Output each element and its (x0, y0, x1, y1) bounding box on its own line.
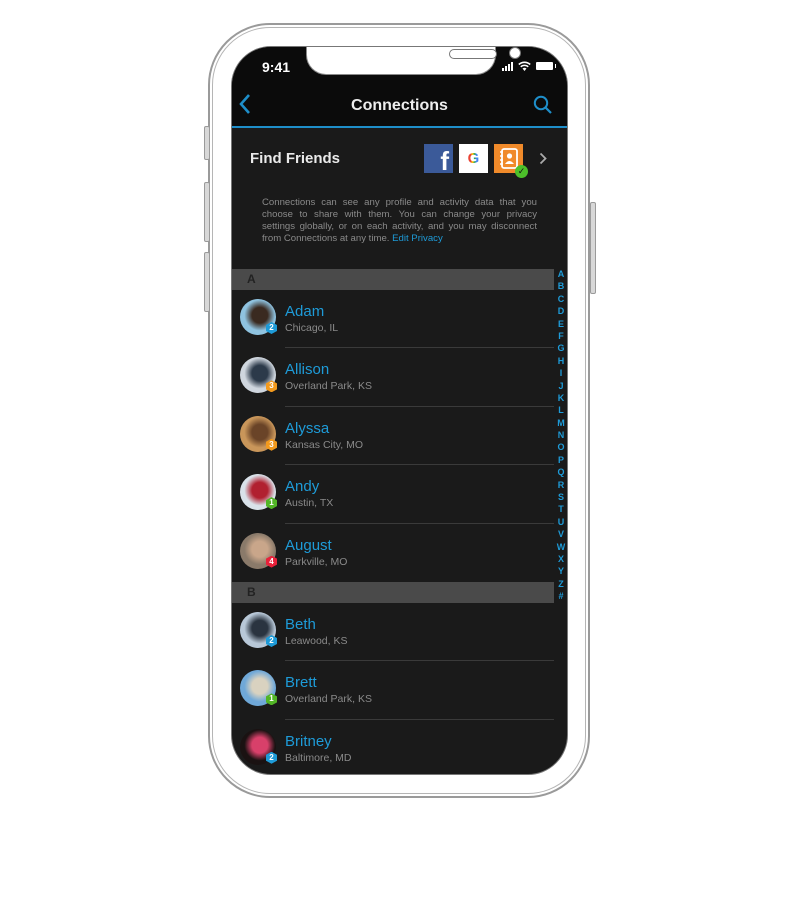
contact-row[interactable]: 1 Brett Overland Park, KS (232, 661, 554, 720)
contact-row[interactable]: 1 Andy Austin, TX (232, 465, 554, 524)
index-letter[interactable]: D (558, 305, 565, 317)
page-title: Connections (351, 97, 448, 114)
contact-name: Adam (285, 303, 325, 320)
wifi-icon (518, 61, 531, 71)
index-letter[interactable]: B (558, 280, 565, 292)
contact-location: Parkville, MO (285, 555, 348, 568)
contact-row[interactable]: 2 Adam Chicago, IL (232, 290, 554, 349)
contact-name: Britney (285, 732, 332, 750)
index-letter[interactable]: U (558, 516, 565, 528)
phone-screen: 9:41 Connections Find Friends f G ✓ Conn… (231, 46, 568, 775)
index-letter[interactable]: Q (557, 466, 564, 478)
contact-row[interactable]: 3 Alyssa Kansas City, MO (232, 407, 554, 466)
connected-check-icon: ✓ (515, 165, 528, 178)
index-letter[interactable]: Y (558, 565, 564, 577)
contact-name: Andy (285, 478, 320, 496)
index-letter[interactable]: G (557, 342, 564, 354)
volume-up-button (204, 182, 210, 242)
contacts-icon[interactable]: ✓ (494, 144, 528, 178)
index-letter[interactable]: A (558, 268, 565, 280)
google-glyph: G (467, 150, 480, 167)
privacy-notice: Connections can see any profile and acti… (262, 197, 537, 245)
contact-location: Baltimore, MD (285, 751, 352, 764)
index-letter[interactable]: M (557, 417, 565, 429)
contact-location: Overland Park, KS (285, 380, 372, 393)
index-letter[interactable]: C (558, 293, 565, 305)
index-letter[interactable]: T (558, 503, 564, 515)
section-header: A (232, 269, 554, 290)
front-camera (509, 47, 521, 59)
index-letter[interactable]: R (558, 479, 565, 491)
contact-row[interactable]: 2 Britney Baltimore, MD (232, 720, 554, 774)
contact-location: Leawood, KS (285, 634, 348, 647)
index-letter[interactable]: W (557, 541, 566, 553)
volume-down-button (204, 252, 210, 312)
index-letter[interactable]: Z (558, 578, 564, 590)
contact-name: August (285, 536, 332, 554)
notch (306, 47, 521, 75)
index-letter[interactable]: J (558, 380, 563, 392)
facebook-icon[interactable]: f (424, 144, 453, 173)
index-letter[interactable]: E (558, 318, 564, 330)
contact-name: Brett (285, 674, 317, 692)
contact-name: Alyssa (285, 419, 330, 437)
google-icon[interactable]: G (459, 144, 488, 173)
status-time: 9:41 (262, 59, 291, 75)
contact-name: Beth (285, 615, 316, 633)
index-letter[interactable]: S (558, 491, 564, 503)
battery-icon (536, 62, 556, 70)
connections-list: A 2 Adam Chicago, IL 3 Allison Overland … (232, 269, 554, 774)
index-letter[interactable]: N (558, 429, 565, 441)
index-letter[interactable]: L (558, 404, 564, 416)
index-letter[interactable]: V (558, 528, 564, 540)
index-letter[interactable]: H (558, 355, 565, 367)
contact-location: Austin, TX (285, 497, 334, 510)
index-letter[interactable]: I (560, 367, 563, 379)
contact-name: Allison (285, 361, 330, 379)
index-letter[interactable]: P (558, 454, 564, 466)
contact-location: Overland Park, KS (285, 693, 372, 706)
contact-location: Chicago, IL (285, 322, 339, 334)
speaker (449, 49, 497, 59)
contact-row[interactable]: 3 Allison Overland Park, KS (232, 348, 554, 407)
mute-switch (204, 126, 210, 160)
find-friends-row[interactable]: Find Friends f G ✓ (232, 129, 567, 193)
find-friends-label: Find Friends (250, 150, 340, 167)
contact-location: Kansas City, MO (285, 438, 363, 451)
edit-privacy-link[interactable]: Edit Privacy (392, 233, 443, 244)
alphabet-index[interactable]: A B C D E F G H I J K L M N O P Q R S T U V W X Y Z # (554, 268, 567, 603)
find-friends-sources: f G ✓ (424, 144, 528, 178)
power-button (590, 202, 596, 294)
section-header: B (232, 581, 554, 603)
status-icons (502, 61, 556, 71)
index-letter[interactable]: F (558, 330, 564, 342)
header-divider (232, 126, 567, 128)
search-icon (533, 95, 552, 114)
contact-row[interactable]: 4 August Parkville, MO (232, 524, 554, 582)
top-bar: 9:41 Connections (232, 47, 567, 127)
index-letter[interactable]: K (558, 392, 565, 404)
chevron-right-icon[interactable] (539, 149, 547, 170)
search-button[interactable] (533, 95, 553, 115)
index-letter[interactable]: O (557, 441, 564, 453)
index-letter[interactable]: X (558, 553, 564, 565)
contact-row[interactable]: 2 Beth Leawood, KS (232, 603, 554, 662)
index-letter[interactable]: # (558, 590, 563, 602)
signal-icon (502, 61, 513, 71)
